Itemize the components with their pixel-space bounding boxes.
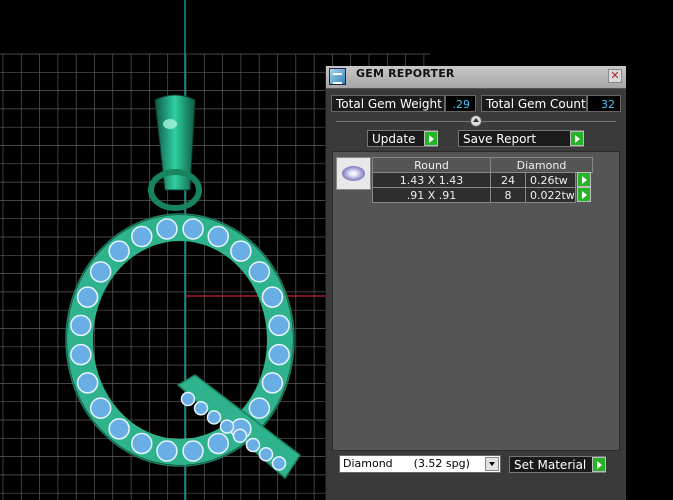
gem-carat-cell: 0.022tw	[525, 187, 576, 203]
chevron-down-icon[interactable]	[485, 457, 499, 471]
set-material-label: Set Material	[514, 458, 587, 472]
gem-stone	[182, 440, 204, 462]
collapse-toggle[interactable]	[470, 115, 482, 127]
total-gem-count-label: Total Gem Count	[481, 95, 587, 112]
gem-stone	[156, 218, 178, 240]
panel-title: GEM REPORTER	[356, 67, 455, 80]
gem-stone	[76, 286, 99, 308]
gem-stone	[232, 428, 248, 444]
gem-stone	[207, 225, 230, 248]
material-select-value: Diamond (3.52 spg)	[343, 457, 470, 470]
gem-reporter-panel: GEM REPORTER ✕ Total Gem Weight .29 Tota…	[325, 66, 626, 500]
gem-stone	[248, 397, 271, 419]
gem-count-cell: 24	[490, 172, 526, 188]
gem-stone	[248, 261, 271, 283]
gem-list[interactable]: Round Diamond 1.43 X 1.43 24 0.26tw .91 …	[332, 151, 620, 451]
gem-reporter-icon	[329, 68, 346, 85]
gem-stone	[207, 432, 230, 455]
gem-stone	[258, 446, 274, 462]
gem-stone	[70, 343, 92, 366]
save-report-button[interactable]: Save Report	[458, 130, 584, 147]
gem-stone	[156, 440, 178, 462]
total-gem-weight-value: .29	[445, 95, 476, 112]
gem-stone	[206, 410, 222, 425]
gem-stone	[108, 418, 130, 440]
gem-stone	[180, 391, 196, 407]
pendant-q	[65, 94, 302, 480]
gem-stone	[89, 397, 112, 419]
gem-stone	[193, 400, 209, 416]
gem-size-cell: .91 X .91	[372, 187, 491, 203]
update-button[interactable]: Update	[367, 130, 438, 147]
round-gem-icon[interactable]	[336, 157, 371, 190]
panel-titlebar[interactable]: GEM REPORTER ✕	[326, 66, 626, 89]
update-label: Update	[372, 132, 416, 146]
material-header: Diamond	[490, 157, 593, 173]
gem-carat-cell: 0.26tw	[525, 172, 576, 188]
set-material-button[interactable]: Set Material	[509, 456, 606, 473]
gem-stone	[245, 437, 261, 453]
close-icon: ✕	[610, 69, 620, 82]
gem-stone	[271, 456, 287, 471]
gem-stone	[130, 225, 153, 248]
gem-stone	[108, 240, 130, 262]
material-select[interactable]: Diamond (3.52 spg)	[339, 455, 501, 473]
row-select-button[interactable]	[577, 172, 591, 187]
gem-stone	[219, 419, 235, 434]
gem-stone	[268, 314, 290, 337]
gem-stone	[130, 432, 153, 455]
arrow-right-icon	[570, 131, 584, 146]
arrow-right-icon	[592, 457, 606, 472]
shape-header: Round	[372, 157, 491, 173]
total-gem-count-value: 32	[587, 95, 621, 112]
bail-highlight	[163, 119, 177, 129]
arrow-right-icon	[424, 131, 438, 146]
gem-stone	[261, 286, 284, 308]
gem-stone	[268, 343, 290, 366]
gem-stone	[89, 261, 112, 283]
gem-stone	[70, 314, 92, 337]
total-gem-weight-label: Total Gem Weight	[331, 95, 445, 112]
save-report-label: Save Report	[463, 132, 537, 146]
gem-stone	[76, 372, 99, 394]
gem-stone	[182, 218, 204, 240]
gem-stone	[230, 240, 252, 262]
gem-count-cell: 8	[490, 187, 526, 203]
gem-size-cell: 1.43 X 1.43	[372, 172, 491, 188]
row-select-button[interactable]	[577, 187, 591, 202]
close-button[interactable]: ✕	[608, 69, 622, 83]
gem-stone	[261, 372, 284, 394]
